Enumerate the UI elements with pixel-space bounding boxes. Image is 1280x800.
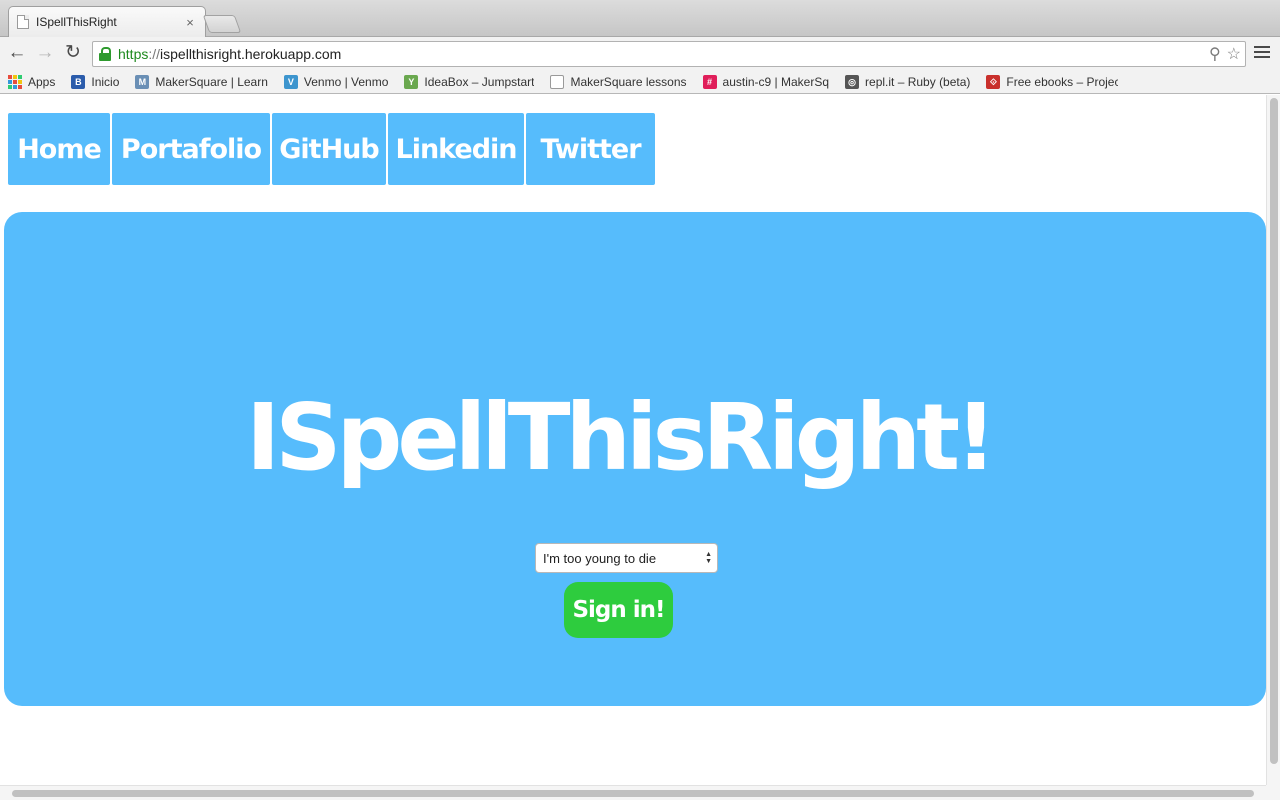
browser-menu-icon[interactable] xyxy=(1254,46,1270,60)
hero-panel: ISpellThisRight! I'm too young to die ▲ ▼… xyxy=(4,212,1266,706)
nav-portafolio[interactable]: Portafolio xyxy=(112,113,270,185)
url-scheme: https xyxy=(118,46,149,62)
browser-tab[interactable]: ISpellThisRight × xyxy=(8,6,206,37)
vertical-scrollbar[interactable] xyxy=(1266,95,1280,785)
back-button[interactable]: ← xyxy=(5,42,29,66)
bookmark-label: austin-c9 | MakerSq xyxy=(722,74,830,89)
url-separator: :// xyxy=(148,46,161,62)
bookmark-apps[interactable]: Apps xyxy=(8,74,56,89)
secure-lock-icon xyxy=(99,47,111,61)
address-bar[interactable]: https://ispellthisright.herokuapp.com ⚲ … xyxy=(92,41,1246,67)
select-arrows-icon: ▲ ▼ xyxy=(705,551,712,565)
search-icon[interactable]: ⚲ xyxy=(1209,44,1221,64)
page-favicon-icon xyxy=(17,15,29,29)
bookmark-label: Free ebooks – Projec xyxy=(1006,74,1119,89)
bookmark-label: Venmo | Venmo xyxy=(303,74,389,89)
replit-icon: ◎ xyxy=(845,74,860,89)
bb-icon: B xyxy=(71,74,86,89)
horizontal-scroll-thumb[interactable] xyxy=(12,790,1254,797)
url-text[interactable]: https://ispellthisright.herokuapp.com xyxy=(118,46,341,62)
bookmark-ideabox[interactable]: Y IdeaBox – Jumpstart xyxy=(404,74,535,89)
gutenberg-icon: ⟐ xyxy=(986,74,1001,89)
tab-close-icon[interactable]: × xyxy=(183,15,197,30)
reload-button[interactable]: ↻ xyxy=(61,42,85,66)
bookmark-venmo[interactable]: V Venmo | Venmo xyxy=(283,74,389,89)
document-icon xyxy=(550,74,565,89)
hero-title: ISpellThisRight! xyxy=(245,384,997,491)
difficulty-selected-value: I'm too young to die xyxy=(543,550,657,566)
venmo-icon: V xyxy=(283,74,298,89)
nav-linkedin[interactable]: Linkedin xyxy=(388,113,524,185)
bookmark-gutenberg[interactable]: ⟐ Free ebooks – Projec xyxy=(986,74,1119,89)
scrollbar-corner xyxy=(1266,785,1280,800)
nav-twitter[interactable]: Twitter xyxy=(526,113,655,185)
site-nav: Home Portafolio GitHub Linkedin Twitter xyxy=(8,113,655,185)
page-viewport: Home Portafolio GitHub Linkedin Twitter … xyxy=(0,95,1266,785)
bookmark-makersquare-lessons[interactable]: MakerSquare lessons xyxy=(550,74,687,89)
bookmark-inicio[interactable]: B Inicio xyxy=(71,74,120,89)
slack-icon: # xyxy=(702,74,717,89)
apps-grid-icon xyxy=(8,74,22,89)
bookmark-star-icon[interactable]: ☆ xyxy=(1227,44,1241,64)
tab-title: ISpellThisRight xyxy=(36,15,117,29)
bookmark-label: Apps xyxy=(28,74,56,89)
browser-toolbar: ← → ↻ https://ispellthisright.herokuapp.… xyxy=(0,37,1280,70)
sign-in-button[interactable]: Sign in! xyxy=(564,582,673,638)
bookmark-replit[interactable]: ◎ repl.it – Ruby (beta) xyxy=(845,74,971,89)
tab-strip: ISpellThisRight × xyxy=(0,0,1280,37)
bookmark-makersquare-learn[interactable]: M MakerSquare | Learn xyxy=(135,74,268,89)
nav-home[interactable]: Home xyxy=(8,113,110,185)
forward-button[interactable]: → xyxy=(33,42,57,66)
bookmark-label: repl.it – Ruby (beta) xyxy=(865,74,971,89)
nav-github[interactable]: GitHub xyxy=(272,113,386,185)
vertical-scroll-thumb[interactable] xyxy=(1270,98,1278,764)
bookmarks-bar: Apps B Inicio M MakerSquare | Learn V Ve… xyxy=(0,70,1280,94)
bookmark-label: MakerSquare | Learn xyxy=(155,74,268,89)
bookmark-label: Inicio xyxy=(91,74,120,89)
url-host: ispellthisright.herokuapp.com xyxy=(160,46,342,62)
difficulty-select[interactable]: I'm too young to die ▲ ▼ xyxy=(535,543,718,573)
new-tab-button[interactable] xyxy=(202,15,242,33)
horizontal-scrollbar[interactable] xyxy=(0,785,1266,800)
bookmark-austin-c9[interactable]: # austin-c9 | MakerSq xyxy=(702,74,830,89)
bookmark-label: IdeaBox – Jumpstart xyxy=(424,74,535,89)
makersquare-icon: M xyxy=(135,74,150,89)
bookmark-label: MakerSquare lessons xyxy=(570,74,687,89)
ideabox-icon: Y xyxy=(404,74,419,89)
